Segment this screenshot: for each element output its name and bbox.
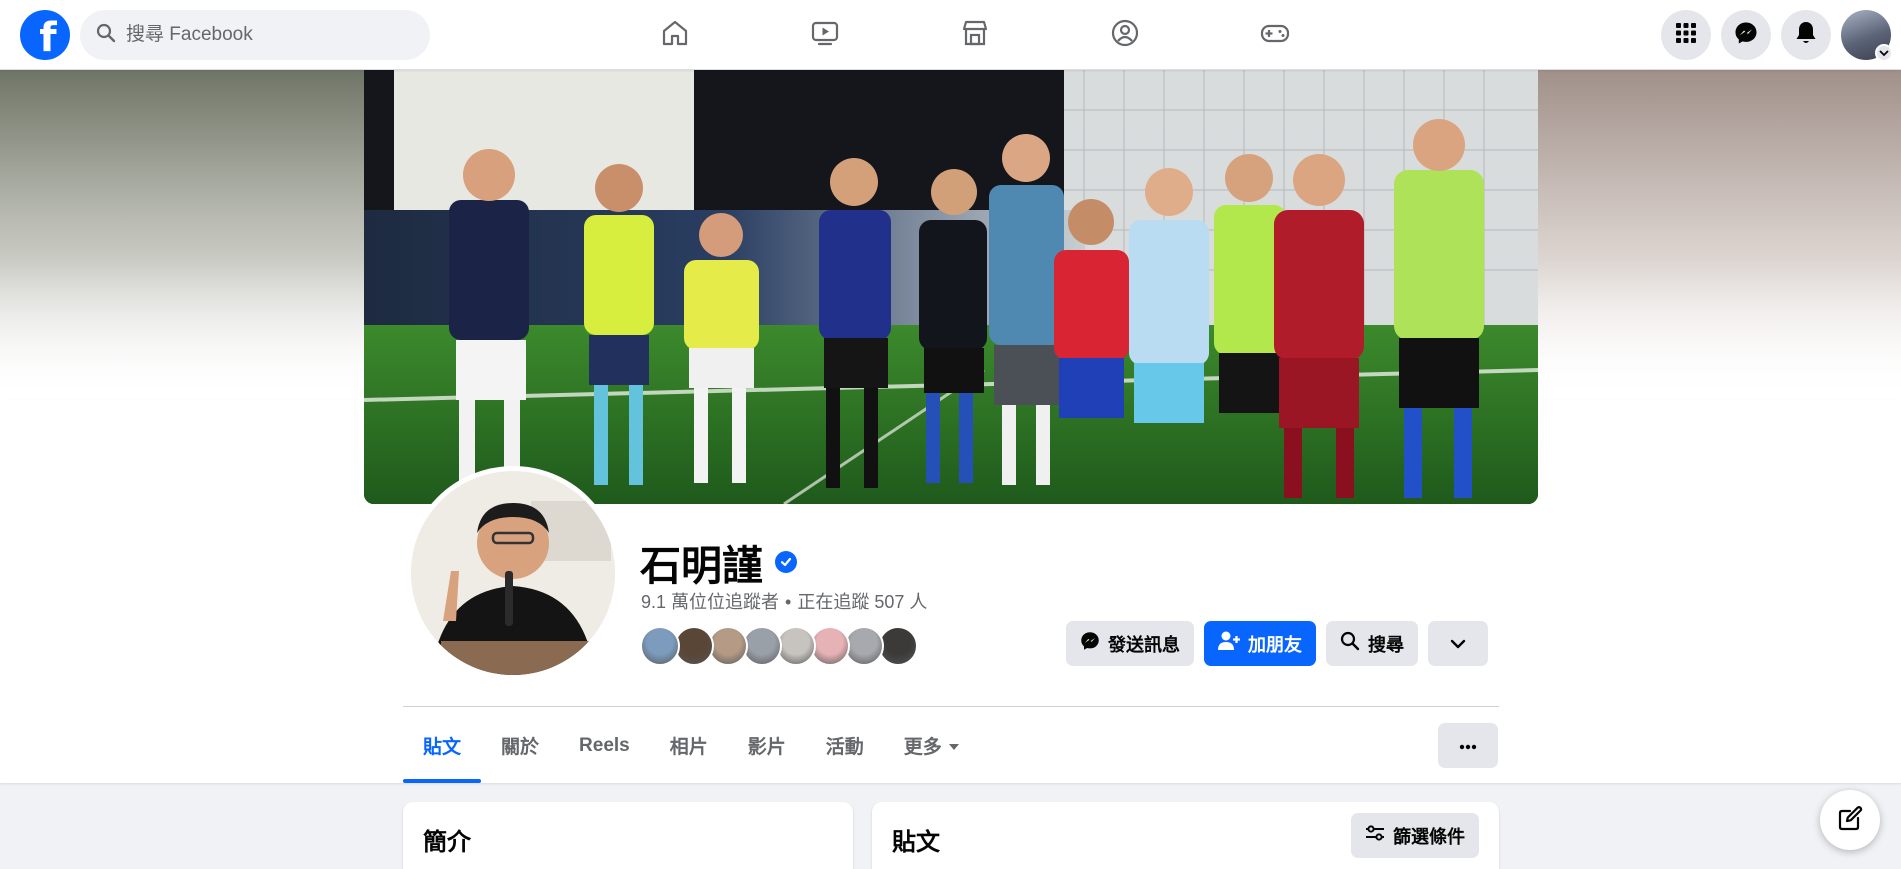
gaming-icon bbox=[1259, 18, 1291, 53]
account-controls bbox=[1661, 10, 1893, 62]
tab-events[interactable]: 活動 bbox=[806, 708, 884, 783]
tab-more[interactable]: 更多 bbox=[884, 708, 980, 783]
tab-label: 貼文 bbox=[423, 737, 462, 758]
friend-avatar[interactable] bbox=[776, 626, 816, 666]
posts-card: 貼文 篩選條件 bbox=[872, 802, 1499, 869]
profile-picture[interactable] bbox=[406, 466, 620, 680]
tab-label: Reels bbox=[579, 734, 630, 756]
add-friend-icon bbox=[1218, 631, 1240, 656]
profile-name: 石明謹 bbox=[640, 532, 797, 592]
stats-separator: • bbox=[785, 592, 792, 612]
friend-avatar[interactable] bbox=[674, 626, 714, 666]
following-count[interactable]: 正在追蹤 507 人 bbox=[797, 592, 927, 612]
tab-label: 關於 bbox=[501, 737, 540, 758]
tab-label: 相片 bbox=[669, 737, 708, 758]
more-actions-button[interactable] bbox=[1428, 621, 1488, 666]
nav-video[interactable] bbox=[750, 0, 900, 70]
friend-avatar[interactable] bbox=[878, 626, 918, 666]
chevron-down-icon bbox=[1875, 44, 1893, 62]
compose-icon bbox=[1837, 805, 1863, 836]
menu-grid-icon bbox=[1675, 22, 1697, 49]
caret-down-icon bbox=[948, 735, 960, 757]
messenger-button[interactable] bbox=[1721, 10, 1771, 60]
account-avatar[interactable] bbox=[1841, 10, 1893, 62]
follow-stats: 9.1 萬位位追蹤者 • 正在追蹤 507 人 bbox=[641, 588, 927, 614]
messenger-icon bbox=[1734, 21, 1758, 50]
more-horizontal-icon bbox=[1459, 737, 1477, 755]
notifications-icon bbox=[1795, 21, 1817, 50]
friend-avatar[interactable] bbox=[742, 626, 782, 666]
intro-card: 簡介 bbox=[403, 802, 853, 869]
add-friend-label: 加朋友 bbox=[1248, 634, 1302, 655]
add-friend-button[interactable]: 加朋友 bbox=[1204, 621, 1316, 666]
posts-title: 貼文 bbox=[892, 829, 940, 856]
profile-search-button[interactable]: 搜尋 bbox=[1326, 621, 1418, 666]
tab-about[interactable]: 關於 bbox=[481, 708, 559, 783]
tab-photos[interactable]: 相片 bbox=[650, 708, 728, 783]
search-icon bbox=[96, 23, 116, 48]
menu-button[interactable] bbox=[1661, 10, 1711, 60]
profile-search-label: 搜尋 bbox=[1368, 634, 1404, 655]
nav-groups[interactable] bbox=[1050, 0, 1200, 70]
notifications-button[interactable] bbox=[1781, 10, 1831, 60]
tabs-overflow-button[interactable] bbox=[1438, 723, 1498, 768]
top-navigation-bar: f bbox=[0, 0, 1901, 70]
filter-sliders-icon bbox=[1365, 825, 1385, 846]
tab-videos[interactable]: 影片 bbox=[728, 708, 806, 783]
friend-avatar[interactable] bbox=[844, 626, 884, 666]
main-nav-tabs bbox=[600, 0, 1350, 70]
profile-divider bbox=[403, 706, 1499, 707]
tab-posts[interactable]: 貼文 bbox=[403, 708, 482, 783]
messenger-icon bbox=[1080, 631, 1100, 656]
video-icon bbox=[810, 18, 840, 53]
send-message-button[interactable]: 發送訊息 bbox=[1066, 621, 1194, 666]
home-icon bbox=[660, 18, 690, 53]
friend-avatar[interactable] bbox=[810, 626, 850, 666]
intro-title: 簡介 bbox=[423, 829, 471, 856]
filter-label: 篩選條件 bbox=[1393, 826, 1465, 847]
search-input[interactable] bbox=[126, 24, 406, 46]
profile-tabs: 貼文 關於 Reels 相片 影片 活動 更多 bbox=[403, 708, 980, 783]
new-message-button[interactable] bbox=[1820, 790, 1880, 850]
tab-label: 活動 bbox=[825, 737, 864, 758]
marketplace-icon bbox=[960, 18, 990, 53]
friend-avatar[interactable] bbox=[640, 626, 680, 666]
nav-marketplace[interactable] bbox=[900, 0, 1050, 70]
nav-home[interactable] bbox=[600, 0, 750, 70]
cover-photo[interactable] bbox=[364, 70, 1538, 504]
send-message-label: 發送訊息 bbox=[1108, 634, 1180, 655]
groups-icon bbox=[1110, 18, 1140, 53]
followers-count[interactable]: 9.1 萬位位追蹤者 bbox=[641, 592, 779, 612]
filter-button[interactable]: 篩選條件 bbox=[1351, 813, 1479, 858]
search-icon bbox=[1340, 631, 1360, 656]
verified-badge-icon[interactable] bbox=[775, 551, 797, 573]
tab-label: 更多 bbox=[903, 737, 942, 758]
profile-name-text: 石明謹 bbox=[640, 543, 763, 589]
profile-actions: 發送訊息 加朋友 搜尋 bbox=[1066, 621, 1488, 666]
search-bar[interactable] bbox=[80, 10, 430, 60]
facebook-logo[interactable]: f bbox=[20, 10, 70, 60]
friend-avatar[interactable] bbox=[708, 626, 748, 666]
chevron-down-icon bbox=[1450, 633, 1466, 654]
nav-gaming[interactable] bbox=[1200, 0, 1350, 70]
tab-label: 影片 bbox=[747, 737, 786, 758]
mutual-friends-avatars bbox=[640, 626, 918, 666]
tab-reels[interactable]: Reels bbox=[559, 708, 650, 783]
